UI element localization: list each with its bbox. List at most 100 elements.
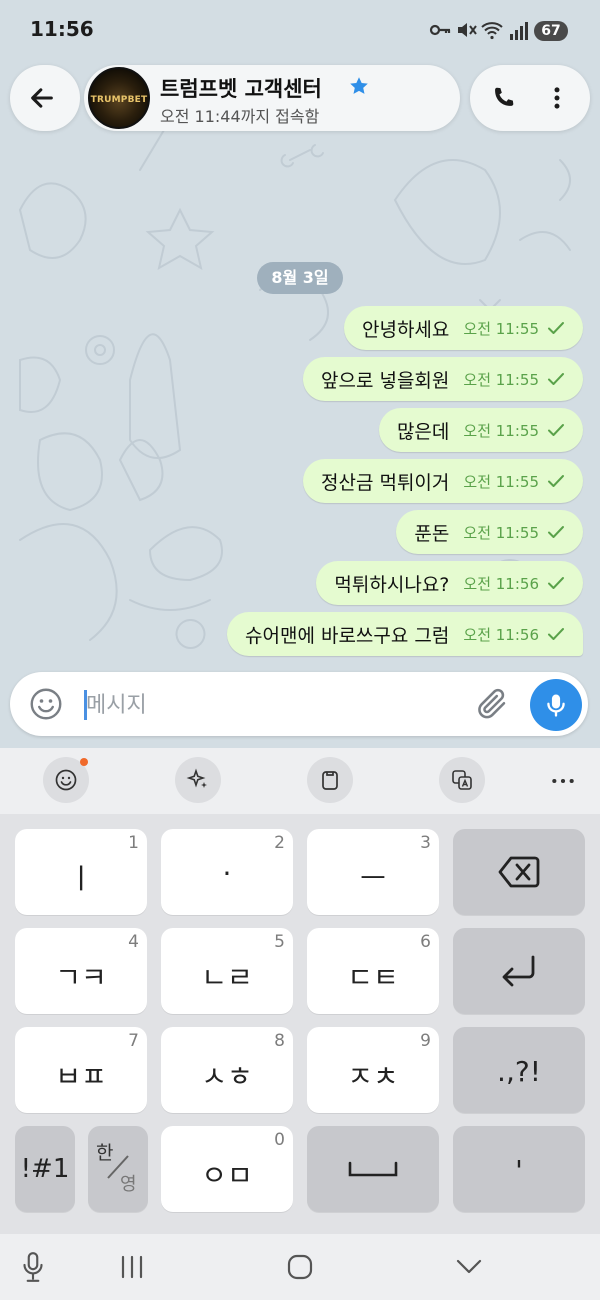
check-icon xyxy=(548,475,564,487)
emoji-icon[interactable] xyxy=(28,686,64,722)
check-icon xyxy=(548,373,564,385)
key-number-hint: 4 xyxy=(128,932,139,952)
chat-profile-header[interactable]: TRUMPBET 트럼프벳 고객센터 오전 11:44까지 접속함 xyxy=(84,65,460,131)
voice-record-button[interactable] xyxy=(530,679,582,731)
key-label: ㅣ xyxy=(68,862,94,895)
arrow-left-icon xyxy=(31,88,53,108)
check-icon xyxy=(548,322,564,334)
key-ieung-mieum[interactable]: 0 ㅇㅁ xyxy=(161,1126,293,1212)
punctuation-key[interactable]: .,?! xyxy=(453,1027,585,1113)
keyboard-toolbar xyxy=(0,748,600,814)
message-input[interactable] xyxy=(84,684,468,726)
symbols-key[interactable]: !#1 xyxy=(15,1126,75,1212)
key-number-hint: 5 xyxy=(274,932,285,952)
recent-apps-icon[interactable] xyxy=(118,1254,146,1280)
signal-icon xyxy=(510,22,528,40)
check-icon xyxy=(548,526,564,538)
key-number-hint: 8 xyxy=(274,1031,285,1051)
key-icon xyxy=(429,24,451,36)
message-bubble[interactable]: 안녕하세요 오전 11:55 xyxy=(343,306,583,350)
key-label: ㅇㅁ xyxy=(201,1159,253,1192)
paperclip-icon[interactable] xyxy=(474,686,510,722)
backspace-key[interactable] xyxy=(453,829,585,915)
key-dot-vowel[interactable]: 2 · xyxy=(161,829,293,915)
space-key[interactable] xyxy=(307,1126,439,1212)
key-label: ㄱㅋ xyxy=(55,961,107,994)
key-number-hint: 1 xyxy=(128,833,139,853)
keyboard-translate-button[interactable] xyxy=(439,757,485,803)
back-button[interactable] xyxy=(10,65,80,131)
chevron-down-icon[interactable] xyxy=(454,1254,484,1280)
mute-icon xyxy=(458,23,477,37)
clipboard-icon xyxy=(322,771,338,790)
message-time: 오전 11:55 xyxy=(463,472,539,491)
check-icon xyxy=(548,577,564,589)
message-composer xyxy=(10,672,588,736)
message-bubble[interactable]: 많은데 오전 11:55 xyxy=(378,408,583,452)
language-switch-key[interactable]: 한 영 xyxy=(88,1126,148,1212)
message-text: 안녕하세요 xyxy=(361,318,450,341)
key-giyeok-kieuk[interactable]: 4 ㄱㅋ xyxy=(15,928,147,1014)
key-label: ㅅㅎ xyxy=(201,1060,253,1093)
wifi-icon xyxy=(481,22,503,40)
message-bubble[interactable]: 정산금 먹튀이거 오전 11:55 xyxy=(302,459,583,503)
enter-icon xyxy=(502,955,535,987)
message-time: 오전 11:55 xyxy=(463,421,539,440)
battery-indicator: 67 xyxy=(534,21,568,41)
sparkle-icon xyxy=(186,768,207,788)
key-label: ㄷㅌ xyxy=(347,961,399,994)
home-icon[interactable] xyxy=(286,1253,314,1281)
key-label: ㄴㄹ xyxy=(201,961,253,994)
message-bubble[interactable]: 앞으로 넣을회원 오전 11:55 xyxy=(302,357,583,401)
key-number-hint: 7 xyxy=(128,1031,139,1051)
message-bubble[interactable]: 푼돈 오전 11:55 xyxy=(396,510,583,554)
last-seen-status: 오전 11:44까지 접속함 xyxy=(160,107,320,126)
status-time: 11:56 xyxy=(30,17,94,41)
message-time: 오전 11:55 xyxy=(463,319,539,338)
message-bubble[interactable]: 슈어맨에 바로쓰구요 그럼 오전 11:56 xyxy=(227,612,583,656)
message-time: 오전 11:56 xyxy=(463,625,539,644)
key-number-hint: 6 xyxy=(420,932,431,952)
avatar[interactable]: TRUMPBET xyxy=(88,67,150,129)
keyboard-keys: 1 ㅣ 2 · 3 ㅡ 4 ㄱㅋ 5 ㄴㄹ 6 ㄷㅌ 7 ㅂㅍ 8 ㅅㅎ 9 ㅈ… xyxy=(0,814,600,1234)
translate-icon xyxy=(452,770,472,790)
message-text: 슈어맨에 바로쓰구요 그럼 xyxy=(245,624,450,647)
space-icon xyxy=(348,1161,398,1177)
notification-dot xyxy=(80,758,88,766)
header-actions xyxy=(470,65,590,131)
backspace-icon xyxy=(498,856,540,888)
voice-input-icon[interactable] xyxy=(20,1250,46,1284)
key-nieun-rieul[interactable]: 5 ㄴㄹ xyxy=(161,928,293,1014)
key-label: ㅡ xyxy=(360,862,386,895)
emoji-icon xyxy=(55,769,77,791)
keyboard-ai-button[interactable] xyxy=(175,757,221,803)
message-bubble[interactable]: 먹튀하시나요? 오전 11:56 xyxy=(316,561,583,605)
key-number-hint: 9 xyxy=(420,1031,431,1051)
more-horizontal-icon[interactable] xyxy=(550,768,576,794)
key-number-hint: 3 xyxy=(420,833,431,853)
enter-key[interactable] xyxy=(453,928,585,1014)
key-digeut-tieut[interactable]: 6 ㄷㅌ xyxy=(307,928,439,1014)
key-label: .,?! xyxy=(497,1055,541,1088)
key-jieut-chieut[interactable]: 9 ㅈㅊ xyxy=(307,1027,439,1113)
message-time: 오전 11:56 xyxy=(463,574,539,593)
check-icon xyxy=(548,628,564,640)
message-text: 푼돈 xyxy=(414,522,450,545)
text-cursor xyxy=(84,690,87,720)
check-icon xyxy=(548,424,564,436)
status-bar: 11:56 67 xyxy=(0,0,600,60)
microphone-icon xyxy=(547,694,565,717)
key-i-vowel[interactable]: 1 ㅣ xyxy=(15,829,147,915)
phone-icon[interactable] xyxy=(490,85,516,111)
key-siot-hieut[interactable]: 8 ㅅㅎ xyxy=(161,1027,293,1113)
chat-title: 트럼프벳 고객센터 xyxy=(160,77,322,101)
message-time: 오전 11:55 xyxy=(463,523,539,542)
more-vertical-icon[interactable] xyxy=(544,85,570,111)
avatar-logo-text: TRUMPBET xyxy=(90,95,148,105)
apostrophe-key[interactable]: ' xyxy=(453,1126,585,1212)
message-text: 많은데 xyxy=(396,420,450,443)
navigation-bar xyxy=(0,1234,600,1300)
key-eu-vowel[interactable]: 3 ㅡ xyxy=(307,829,439,915)
keyboard-clipboard-button[interactable] xyxy=(307,757,353,803)
key-bieup-pieup[interactable]: 7 ㅂㅍ xyxy=(15,1027,147,1113)
